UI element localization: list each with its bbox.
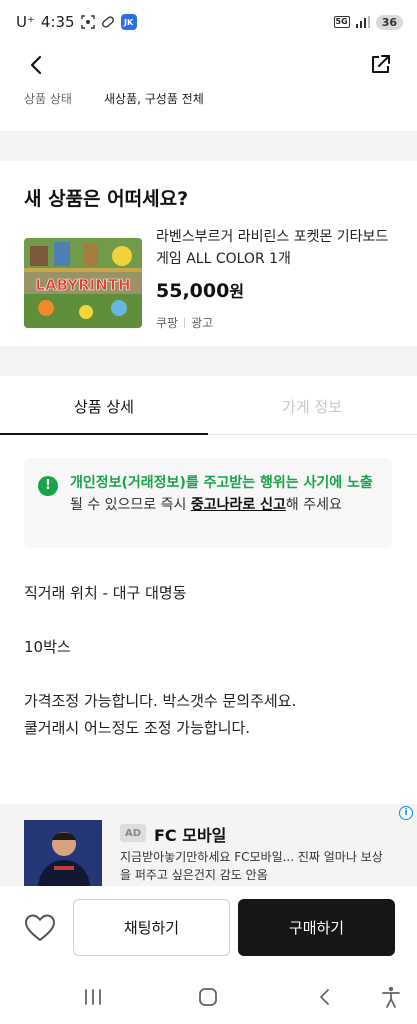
chat-button[interactable]: 채팅하기 — [73, 899, 230, 956]
heart-icon — [25, 914, 55, 941]
ad-info-icon[interactable]: i — [399, 806, 413, 820]
status-bar: U⁺ 4:35 JK 5G 36 — [0, 0, 417, 44]
top-navigation — [0, 44, 417, 86]
description-line: 쿨거래시 어느정도 조정 가능합니다. — [24, 719, 251, 737]
report-link[interactable]: 중고나라로 신고 — [191, 497, 286, 513]
description-line: 가격조정 가능합니다. 박스갯수 문의주세요. — [24, 692, 297, 710]
condition-label: 상품 상태 — [24, 92, 72, 106]
detail-tabs: 상품 상세 가게 정보 — [0, 378, 417, 435]
signal-icon — [355, 16, 370, 28]
notice-warning-text: 개인정보(거래정보)를 주고받는 행위는 사기에 노출 — [70, 475, 373, 491]
description-line: 직거래 위치 - 대구 대명동 — [24, 584, 187, 602]
system-back-button[interactable] — [310, 982, 340, 1012]
ad-banner[interactable]: AD FC 모바일 지금받아놓기만하세요 FC모바일... 진짜 얼마나 보상을… — [0, 804, 417, 886]
ad-description: 지금받아놓기만하세요 FC모바일... 진짜 얼마나 보상을 퍼주고 싶은건지 … — [120, 850, 383, 882]
info-icon: ! — [38, 476, 58, 496]
notice-text-end: 해 주세요 — [285, 497, 342, 513]
buy-button[interactable]: 구매하기 — [238, 899, 395, 956]
back-arrow-icon — [320, 989, 329, 1005]
tab-product-detail[interactable]: 상품 상세 — [0, 378, 208, 435]
share-button[interactable] — [365, 50, 395, 80]
pill-icon — [101, 15, 115, 29]
recommended-product-name: 라벤스부르거 라비린스 포켓몬 기타보드게임 ALL COLOR 1개 — [156, 229, 389, 267]
bottom-action-bar: 채팅하기 구매하기 — [0, 886, 417, 970]
recommended-product-meta: 쿠팡 광고 — [156, 314, 392, 331]
recommended-product-price: 55,000원 — [156, 278, 392, 302]
recommendation-title: 새 상품은 어떠세요? — [24, 188, 189, 210]
ad-badge: AD — [120, 824, 146, 842]
product-image: LABYRINTH — [24, 238, 142, 328]
notice-text: 될 수 있으므로 즉시 — [70, 497, 191, 513]
system-navigation-bar — [0, 970, 417, 1024]
clock: 4:35 — [40, 13, 75, 31]
chevron-left-icon — [30, 55, 42, 75]
description-line: 10박스 — [24, 638, 71, 656]
product-image-logo: LABYRINTH — [35, 276, 130, 294]
back-button[interactable] — [22, 50, 52, 80]
recent-apps-button[interactable] — [78, 982, 108, 1012]
like-button[interactable] — [22, 910, 58, 946]
condition-value: 새상품, 구성품 전체 — [103, 92, 204, 106]
section-divider — [0, 346, 417, 376]
share-icon — [372, 55, 390, 73]
home-button[interactable] — [193, 982, 223, 1012]
network-type-badge: 5G — [333, 16, 350, 28]
accessibility-icon — [382, 986, 400, 1008]
ad-image — [24, 820, 102, 886]
meta-separator — [184, 317, 186, 328]
price-unit: 원 — [229, 282, 245, 301]
ad-title: FC 모바일 — [154, 826, 227, 845]
ad-label: 광고 — [191, 316, 214, 330]
carrier-label: U⁺ — [16, 13, 35, 31]
recent-apps-icon — [85, 989, 101, 1005]
section-divider — [0, 131, 417, 161]
fraud-warning-notice: ! 개인정보(거래정보)를 주고받는 행위는 사기에 노출될 수 있으므로 즉시… — [24, 458, 392, 548]
price-value: 55,000 — [156, 280, 230, 302]
product-description: 직거래 위치 - 대구 대명동 10박스 가격조정 가능합니다. 박스갯수 문의… — [24, 580, 394, 742]
tab-store-info[interactable]: 가게 정보 — [208, 378, 416, 434]
home-icon — [199, 988, 217, 1006]
app-notification-icon: JK — [120, 14, 137, 30]
seller-name: 쿠팡 — [156, 316, 179, 330]
screenshot-icon — [80, 15, 95, 29]
accessibility-button[interactable] — [376, 982, 406, 1012]
battery-indicator: 36 — [375, 14, 403, 30]
recommended-product-card[interactable]: LABYRINTH 라벤스부르거 라비린스 포켓몬 기타보드게임 ALL COL… — [24, 226, 394, 336]
product-condition-row: 상품 상태 새상품, 구성품 전체 — [24, 90, 204, 107]
